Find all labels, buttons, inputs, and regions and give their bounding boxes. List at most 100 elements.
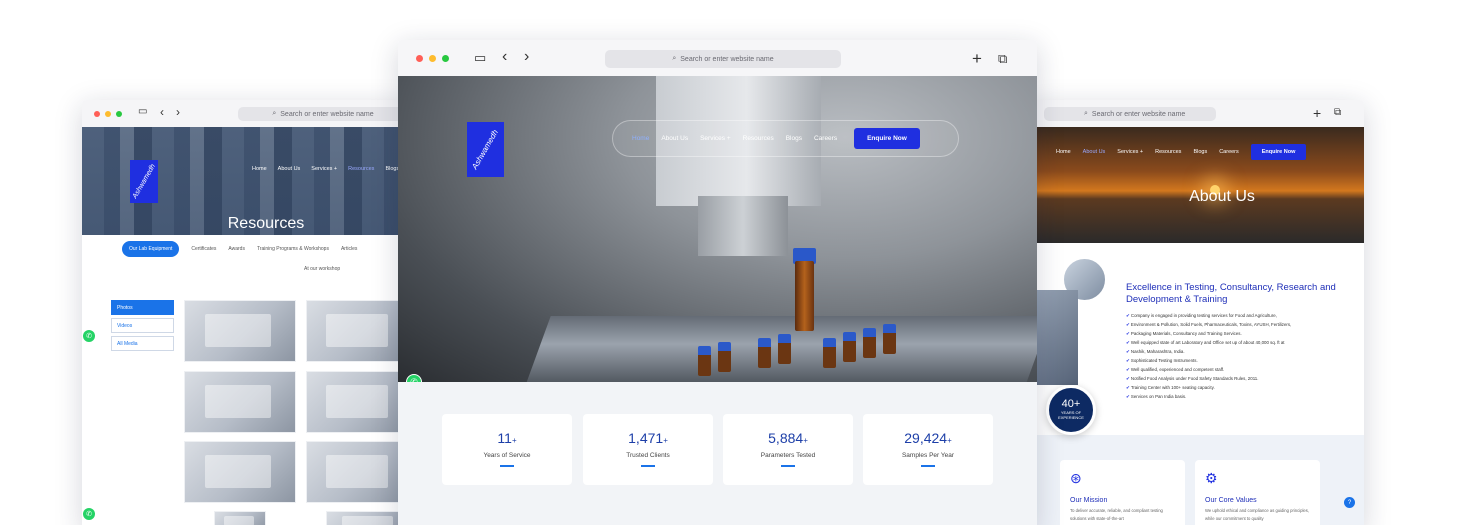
stat-label: Years of Service [483,452,531,459]
window-controls[interactable] [94,110,122,117]
experience-badge: 40+ YEARS OF EXPERIENCE [1046,385,1096,435]
main-nav: Home About Us Services + Resources Blogs… [612,120,959,157]
nav-services[interactable]: Services + [700,135,731,142]
tab-awards[interactable]: Awards [228,246,245,252]
gallery-photo[interactable] [214,511,266,525]
nav-about-us[interactable]: About Us [1083,149,1106,155]
nav-careers[interactable]: Careers [1219,149,1239,155]
tab-overview-icon[interactable]: ⧉ [998,52,1007,65]
window-controls[interactable] [416,54,449,62]
url-bar[interactable]: ⌕ Search or enter website name [1044,107,1216,121]
nav-resources[interactable]: Resources [1155,149,1181,155]
stat-underline [921,465,935,467]
stat-value: 11+ [442,430,572,446]
gallery-photo[interactable] [184,441,296,503]
experience-label-line2: EXPERIENCE [1058,415,1084,420]
stat-underline [781,465,795,467]
stat-label: Trusted Clients [626,452,670,459]
nav-about-us[interactable]: About Us [661,135,688,142]
url-bar[interactable]: ⌕ Search or enter website name [605,50,841,68]
search-icon: ⌕ [1084,110,1088,117]
sidebar-toggle-icon[interactable]: ▭ [474,51,486,64]
tab-articles[interactable]: Articles [341,246,357,252]
core-values-card: ⚙ Our Core Values We uphold ethical and … [1195,460,1320,525]
forward-arrow-icon[interactable]: › [176,106,180,118]
stat-suffix: + [947,436,952,445]
about-bullet: Sophisticated Testing Instruments. [1126,356,1351,365]
stat-underline [641,465,655,467]
company-logo[interactable]: Ashwamedh [130,160,158,203]
back-arrow-icon[interactable]: ‹ [160,106,164,118]
filter-photos[interactable]: Photos [111,300,174,315]
about-bullet: Environment & Pollution, Solid Fuels, Ph… [1126,320,1351,329]
forward-arrow-icon[interactable]: › [524,49,529,65]
help-icon[interactable]: ? [1344,497,1355,508]
nav-home[interactable]: Home [1056,149,1071,155]
tab-our-lab-equipment[interactable]: Our Lab Equipment [122,241,180,257]
nav-home[interactable]: Home [252,166,267,172]
sidebar-toggle-icon[interactable]: ▭ [138,107,147,117]
nav-about-us[interactable]: About Us [278,166,301,172]
about-bullet: Well qualified, experienced and competen… [1126,365,1351,374]
values-icon: ⚙ [1205,470,1218,486]
about-bullet: Packaging Materials, Consultancy and Tra… [1126,329,1351,338]
maximize-window-dot[interactable] [116,110,122,117]
showcase-stage: ▭ ‹ › ⌕ Search or enter website name Ash… [0,0,1468,525]
enquire-now-button[interactable]: Enquire Now [1250,144,1307,160]
tab-certificates[interactable]: Certificates [191,246,216,252]
sample-vial [883,324,896,354]
sample-vial [778,334,791,364]
nav-blogs[interactable]: Blogs [786,135,802,142]
close-window-dot[interactable] [416,54,423,62]
whatsapp-icon[interactable]: ✆ [83,330,95,342]
tab-overview-icon[interactable]: ⧉ [1334,108,1341,118]
stat-card-clients: 1,471+ Trusted Clients [583,414,713,485]
nav-resources[interactable]: Resources [743,135,774,142]
nav-services[interactable]: Services + [1117,149,1143,155]
minimize-window-dot[interactable] [105,110,111,117]
close-window-dot[interactable] [94,110,100,117]
nav-blogs[interactable]: Blogs [1193,149,1207,155]
new-tab-plus-icon[interactable]: + [972,50,982,67]
experience-value: 40+ [1061,398,1081,410]
whatsapp-icon[interactable]: ✆ [83,508,95,520]
enquire-now-button[interactable]: Enquire Now [854,128,920,149]
lab-side-photo [1030,290,1078,385]
about-heading: Excellence in Testing, Consultancy, Rese… [1126,282,1336,305]
browser-toolbar: ⌕ Search or enter website name + ⧉ [1030,100,1364,127]
mission-card: ⊛ Our Mission To deliver accurate, relia… [1060,460,1185,525]
nav-careers[interactable]: Careers [814,135,837,142]
browser-toolbar: ▭ ‹ › ⌕ Search or enter website name [82,100,412,127]
card-description: We uphold ethical and compliance as guid… [1205,508,1309,521]
resource-tabs: Our Lab Equipment Certificates Awards Tr… [122,241,357,257]
target-icon: ⊛ [1070,470,1082,486]
stat-number: 5,884 [768,430,804,446]
stat-card-parameters: 5,884+ Parameters Tested [723,414,853,485]
company-logo[interactable]: Ashwamedh [467,122,504,177]
back-arrow-icon[interactable]: ‹ [502,49,507,65]
about-bullet: Company is engaged in providing testing … [1126,311,1351,320]
media-filter-list: Photos Videos All Media [111,300,174,354]
tab-training-programs[interactable]: Training Programs & Workshops [257,246,329,252]
nav-services[interactable]: Services + [311,166,337,172]
tab-at-our-workshop[interactable]: At our workshop [304,266,340,272]
gallery-photo[interactable] [306,441,412,503]
url-bar[interactable]: ⌕ Search or enter website name [238,107,408,121]
stat-suffix: + [511,436,517,445]
nav-home[interactable]: Home [632,135,649,142]
about-bullet: Notified Food Analysis under Food Safety… [1126,374,1351,383]
gallery-photo[interactable] [306,371,412,433]
about-bullet: Nashik, Maharashtra, India. [1126,347,1351,356]
gallery-photo[interactable] [184,300,296,362]
filter-videos[interactable]: Videos [111,318,174,333]
maximize-window-dot[interactable] [442,54,449,62]
whatsapp-icon[interactable]: ✆ [406,374,422,382]
gallery-photo[interactable] [306,300,412,362]
filter-all-media[interactable]: All Media [111,336,174,351]
gallery-photo[interactable] [184,371,296,433]
nav-resources[interactable]: Resources [348,166,374,172]
highlighted-vial [795,261,814,331]
new-tab-plus-icon[interactable]: + [1313,106,1321,120]
page-title: Resources [227,215,305,232]
minimize-window-dot[interactable] [429,54,436,62]
